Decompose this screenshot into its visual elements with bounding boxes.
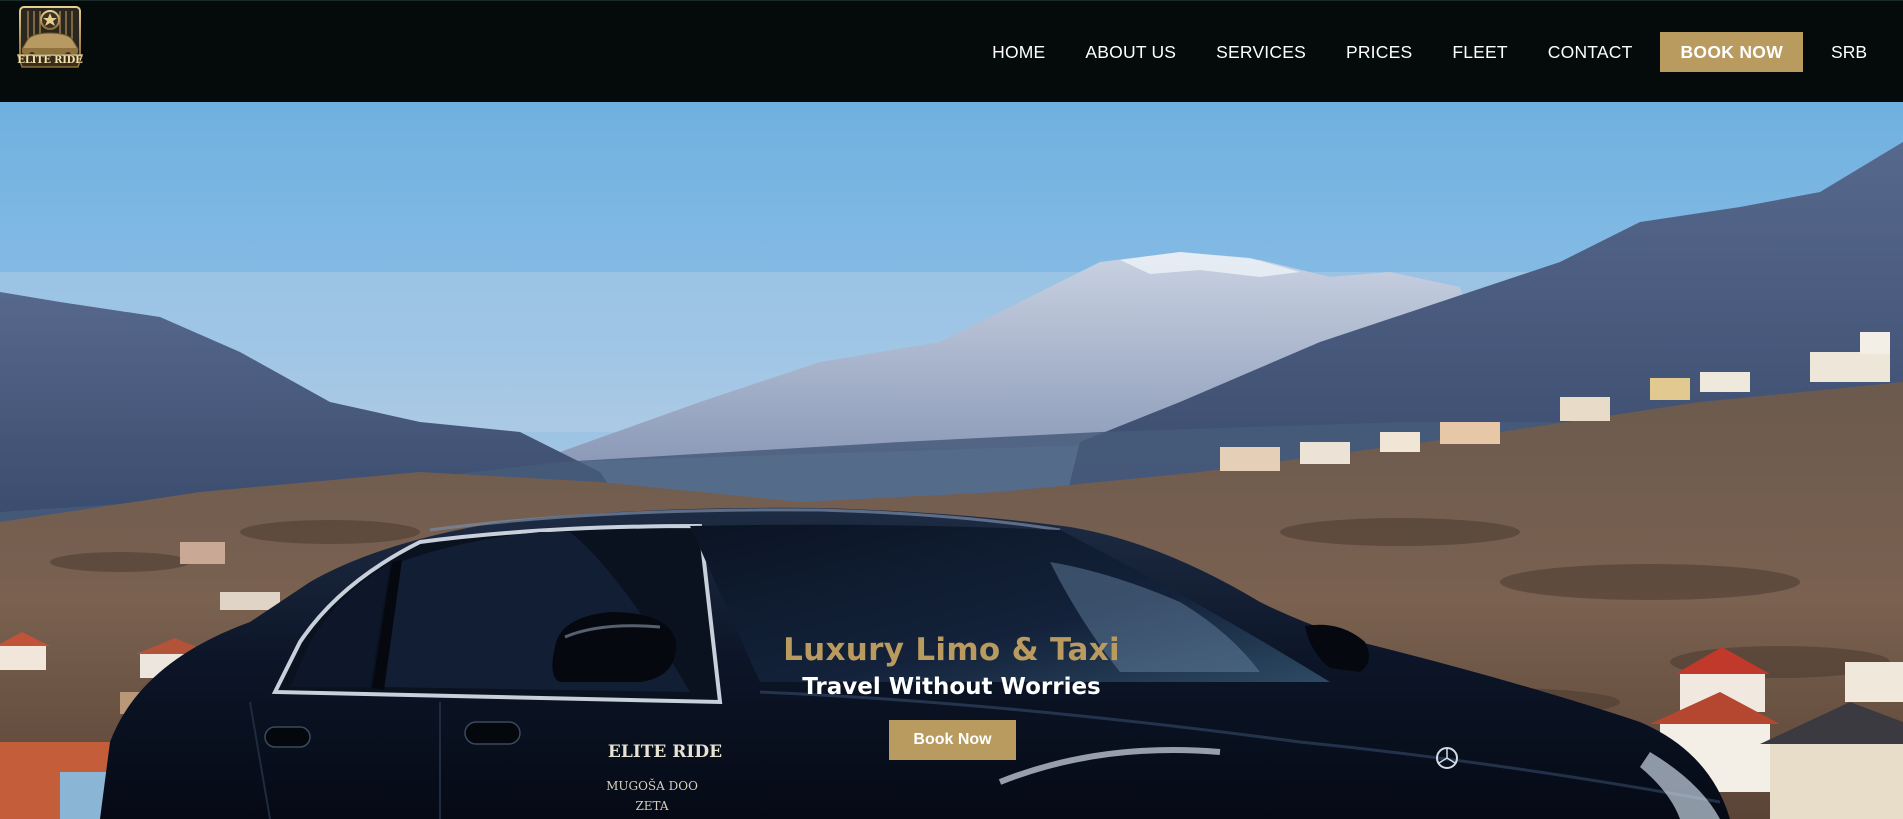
nav-services[interactable]: SERVICES [1216, 42, 1306, 63]
nav-home[interactable]: HOME [992, 42, 1045, 63]
door-decal-brand: ELITE RIDE [608, 742, 722, 762]
logo[interactable]: ELITE RIDE [14, 5, 86, 73]
hero-subtitle: Travel Without Worries [802, 674, 1101, 700]
book-now-button[interactable]: BOOK NOW [1660, 32, 1804, 72]
logo-text: ELITE RIDE [17, 55, 83, 66]
language-switch[interactable]: SRB [1831, 42, 1867, 63]
nav-fleet[interactable]: FLEET [1452, 42, 1507, 63]
hero-book-now-button[interactable]: Book Now [889, 720, 1016, 760]
door-decal-line2: ZETA [635, 799, 668, 813]
main-nav: HOME ABOUT US SERVICES PRICES FLEET CONT… [992, 1, 1903, 103]
nav-about-us[interactable]: ABOUT US [1085, 42, 1176, 63]
hero-title: Luxury Limo & Taxi [783, 632, 1120, 668]
nav-prices[interactable]: PRICES [1346, 42, 1412, 63]
door-decal-line1: MUGOŠA DOO [606, 777, 698, 793]
hero-section: ELITE RIDE MUGOŠA DOO ZETA Luxury Limo &… [0, 102, 1903, 819]
site-header: ELITE RIDE HOME ABOUT US SERVICES PRICES… [0, 0, 1903, 102]
nav-contact[interactable]: CONTACT [1548, 42, 1633, 63]
hero-background-image: ELITE RIDE MUGOŠA DOO ZETA [0, 102, 1903, 819]
